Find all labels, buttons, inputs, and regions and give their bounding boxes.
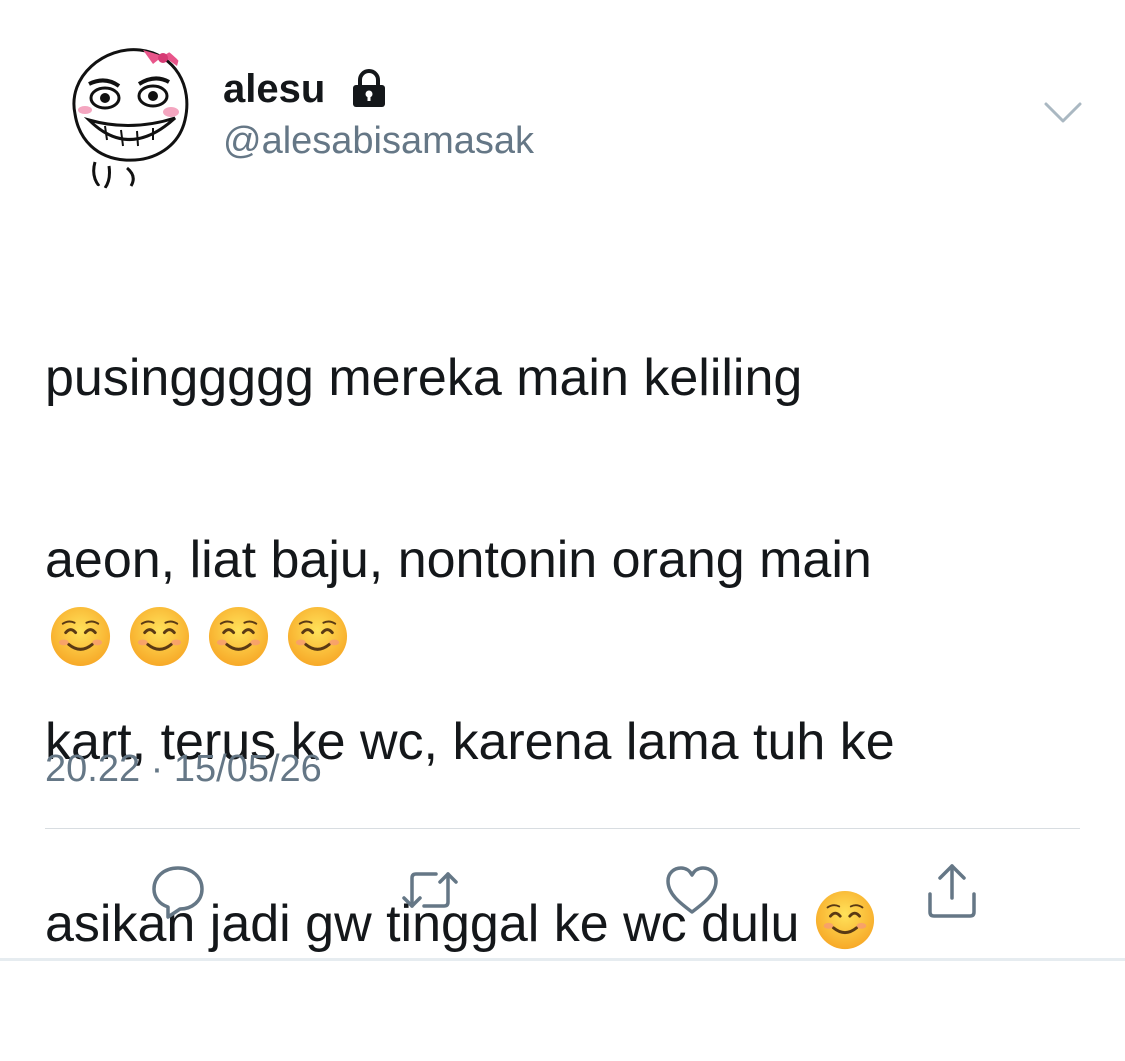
smiling-face-emoji-icon (129, 606, 190, 667)
author-row: alesu (223, 64, 391, 114)
emoji-row (49, 605, 349, 668)
chevron-down-icon[interactable] (1040, 96, 1086, 130)
reply-icon (152, 866, 204, 919)
smiling-face-emoji-icon (50, 606, 111, 667)
lock-icon (353, 69, 386, 107)
like-button[interactable] (660, 858, 724, 922)
tweet-actions (0, 858, 1125, 928)
reply-button[interactable] (146, 858, 210, 922)
like-icon (666, 866, 718, 914)
smiling-face-emoji-icon (287, 606, 348, 667)
troll-face-avatar-icon (45, 36, 199, 190)
tweet: alesu @alesabisamasak pusinggggg mereka … (0, 0, 1125, 961)
tweet-text-line: pusinggggg mereka main keliling (45, 349, 803, 407)
share-icon (928, 864, 976, 918)
smiling-face-emoji-icon (208, 606, 269, 667)
share-button[interactable] (920, 858, 984, 922)
divider (45, 828, 1080, 829)
avatar[interactable] (45, 36, 199, 190)
retweet-button[interactable] (398, 858, 462, 922)
tweet-text-line: aeon, liat baju, nontonin orang main (45, 531, 872, 589)
retweet-icon (402, 872, 458, 908)
user-handle[interactable]: @alesabisamasak (223, 116, 534, 166)
display-name[interactable]: alesu (223, 64, 325, 114)
tweet-timestamp[interactable]: 20.22 · 15/05/26 (45, 744, 322, 794)
